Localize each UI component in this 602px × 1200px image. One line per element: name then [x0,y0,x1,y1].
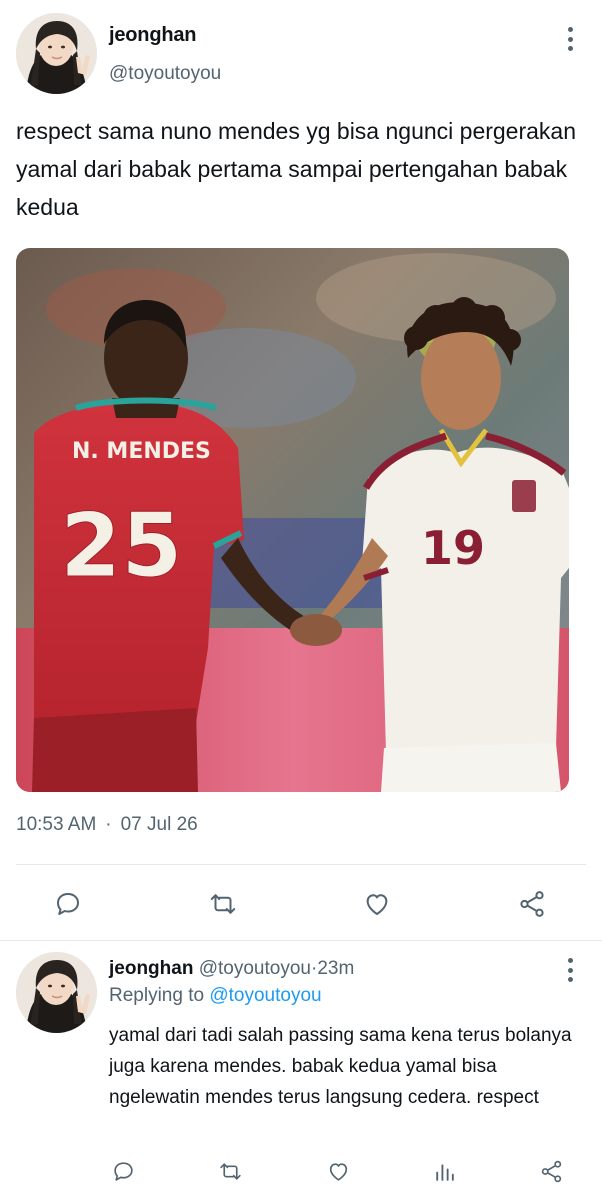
tweet-time: 10:53 AM [16,814,97,835]
reply-icon[interactable] [108,1156,138,1186]
meta-separator: · [105,814,112,835]
replying-to-label: Replying to [109,985,205,1006]
avatar-image [16,13,97,94]
avatar-image [16,952,97,1033]
author-avatar[interactable] [16,13,97,94]
more-options-icon[interactable] [562,27,578,51]
like-icon[interactable] [323,1156,353,1186]
like-icon[interactable] [359,886,395,922]
tweet-media-photo[interactable]: N. MENDES 25 19 [16,248,569,792]
reply-actions [0,1152,602,1196]
tweet-text: respect sama nuno mendes yg bisa ngunci … [16,118,577,220]
replying-to-handle[interactable]: @toyoutoyou [209,985,321,1006]
retweet-icon[interactable] [205,886,241,922]
retweet-icon[interactable] [215,1156,245,1186]
share-icon[interactable] [514,886,550,922]
left-player-number: 25 [60,494,182,597]
views-icon[interactable] [429,1156,459,1186]
right-player-number: 19 [421,521,485,575]
reply-author-avatar[interactable] [16,952,97,1033]
post-header: jeonghan @toyoutoyou [16,13,586,95]
tweet-timestamp[interactable]: 10:53 AM · 07 Jul 26 [16,814,198,836]
reply-more-options-icon[interactable] [562,958,578,982]
share-icon[interactable] [536,1156,566,1186]
reply-author-handle[interactable]: @toyoutoyou [199,958,311,979]
author-name[interactable]: jeonghan [109,24,196,47]
tweet-actions [0,880,602,928]
divider [16,864,586,865]
reply-text: yamal dari tadi salah passing sama kena … [109,1025,572,1108]
section-divider [0,940,602,941]
reply-icon[interactable] [50,886,86,922]
tweet-date: 07 Jul 26 [120,814,198,835]
replying-to: Replying to @toyoutoyou [109,985,322,1007]
reply-time[interactable]: 23m [317,958,354,979]
reply-author-name[interactable]: jeonghan [109,958,193,979]
left-player-name: N. MENDES [72,439,211,464]
reply-header: jeonghan @toyoutoyou·23m [109,958,354,980]
author-handle[interactable]: @toyoutoyou [109,63,221,85]
